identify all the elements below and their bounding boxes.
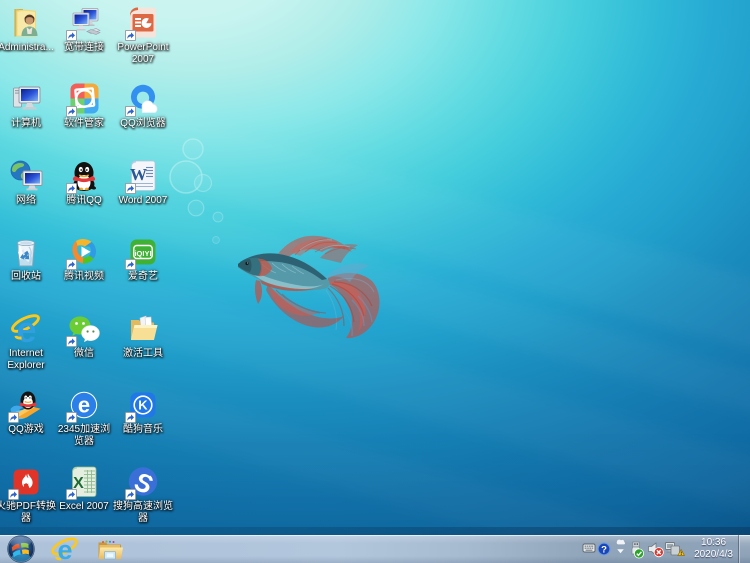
svg-text:iQIYI: iQIYI <box>134 249 151 258</box>
svg-text:e: e <box>78 393 90 418</box>
svg-text:K: K <box>138 398 148 413</box>
svg-text:?: ? <box>601 544 607 555</box>
svg-text:e: e <box>16 312 36 346</box>
svg-text:W: W <box>130 165 147 184</box>
